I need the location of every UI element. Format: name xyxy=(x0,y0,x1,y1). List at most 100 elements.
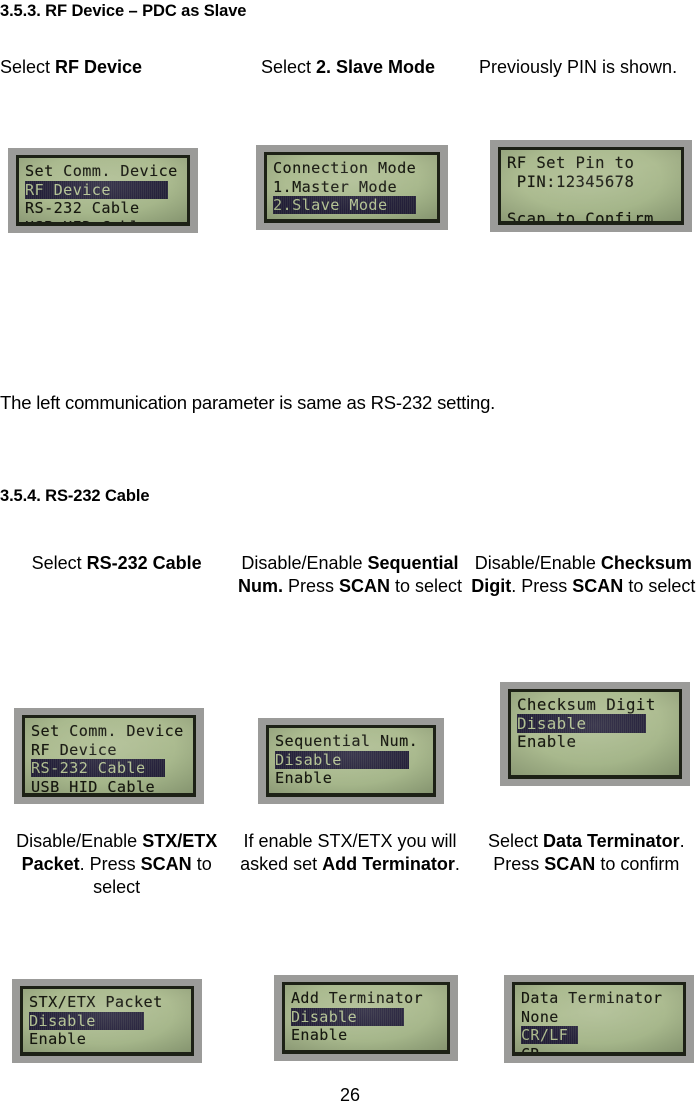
caption-data-terminator: Select Data Terminator. Press SCAN to co… xyxy=(467,830,700,899)
lcd-row: Set Comm. Device xyxy=(25,161,183,180)
caption-text-bold2: SCAN xyxy=(544,854,596,874)
lcd-screen-connection-mode: Connection Mode 1.Master Mode 2.Slave Mo… xyxy=(267,155,437,219)
caption-text-post: . xyxy=(454,854,460,874)
lcd-row: Enable xyxy=(275,768,429,787)
lcd-bezel-inner: STX/ETX Packet Disable Enable xyxy=(20,986,194,1056)
lcd-screen-stxetx-packet: STX/ETX Packet Disable Enable xyxy=(23,989,191,1052)
lcd-row: RS-232 Cable xyxy=(25,198,183,217)
lcd-row: Enable xyxy=(29,1029,187,1048)
lcd-line-0: Add Terminator xyxy=(291,989,424,1007)
section-heading-354: 3.5.4. RS-232 Cable xyxy=(0,487,150,505)
caption-text-post: . Press xyxy=(511,576,573,596)
lcd-row: Disable xyxy=(29,1011,187,1030)
lcd-row: Sequential Num. xyxy=(275,731,429,750)
lcd-row: RF Device xyxy=(31,740,189,759)
lcd-line-3: USB HID Cable xyxy=(25,218,149,222)
caption-text-bold: Add Terminator xyxy=(322,854,455,874)
caption-text-bold: Data Terminator xyxy=(542,831,680,851)
lcd-screen-sequential-num: Sequential Num. Disable Enable xyxy=(269,728,433,793)
caption-row-rs232-bottom: Disable/Enable STX/ETX Packet. Press SCA… xyxy=(0,830,700,899)
lcd-row: Disable xyxy=(517,713,675,733)
lcd-row: None xyxy=(521,1007,679,1026)
lcd-line-1: Disable xyxy=(291,1007,405,1026)
lcd-line-1: RF Device xyxy=(25,180,169,199)
lcd-row: CR/LF xyxy=(521,1025,679,1045)
caption-previously-pin: Previously PIN is shown. xyxy=(464,56,700,79)
lcd-line-2: Enable xyxy=(291,1026,348,1045)
caption-text-pre: Select xyxy=(31,553,87,573)
lcd-line-1: Disable xyxy=(275,750,409,769)
lcd-photo-data-terminator: Data Terminator None CR/LF CR xyxy=(504,975,694,1063)
lcd-screen-checksum-digit: Checksum Digit Disable Enable xyxy=(511,692,679,775)
lcd-row: USB HID Cable xyxy=(25,217,183,222)
lcd-line-3: CR xyxy=(521,1045,540,1052)
caption-text-pre: Select xyxy=(260,57,316,77)
caption-select-rf-device: Select RF Device xyxy=(0,56,232,79)
lcd-screen-data-terminator: Data Terminator None CR/LF CR xyxy=(515,985,683,1052)
lcd-line-0: RF Set Pin to xyxy=(507,154,635,172)
lcd-line-3: Scan to Confirm xyxy=(507,209,654,221)
lcd-line-2: Enable xyxy=(29,1030,87,1049)
lcd-screen-rf-device: Set Comm. Device RF Device RS-232 Cable … xyxy=(19,158,187,222)
lcd-photo-comm-rs232: Set Comm. Device RF Device RS-232 Cable … xyxy=(14,708,204,804)
lcd-row: Enable xyxy=(517,732,675,751)
caption-text-pre: Previously PIN is shown. xyxy=(479,57,678,77)
lcd-bezel-inner: Sequential Num. Disable Enable xyxy=(266,725,436,797)
lcd-row: Checksum Digit xyxy=(517,695,675,714)
lcd-line-1: Disable xyxy=(29,1011,144,1030)
lcd-row: Disable xyxy=(291,1007,443,1026)
caption-text-post: Press xyxy=(282,576,339,596)
lcd-line-0: STX/ETX Packet xyxy=(29,993,163,1011)
lcd-photo-add-terminator: Add Terminator Disable Enable xyxy=(274,975,458,1061)
caption-checksum-digit: Disable/Enable Checksum Digit. Press SCA… xyxy=(467,552,700,598)
lcd-row: RF Set Pin to xyxy=(507,153,677,172)
lcd-photo-sequential-num: Sequential Num. Disable Enable xyxy=(258,718,444,804)
lcd-bezel-inner: Connection Mode 1.Master Mode 2.Slave Mo… xyxy=(264,152,440,223)
caption-text-bold: 2. Slave Mode xyxy=(315,57,436,77)
lcd-line-2: Enable xyxy=(275,769,333,788)
lcd-row: Set Comm. Device xyxy=(31,721,189,740)
caption-text-post2: to confirm xyxy=(595,854,680,874)
lcd-row xyxy=(275,787,429,793)
caption-text-post2: to select xyxy=(389,576,463,596)
lcd-row: Scan to Confirm xyxy=(507,209,677,221)
lcd-screen-rf-set-pin: RF Set Pin to PIN:12345678 Scan to Confi… xyxy=(501,150,681,221)
lcd-row xyxy=(517,751,675,770)
lcd-row: Connection Mode xyxy=(273,158,433,177)
lcd-bezel-inner: Set Comm. Device RF Device RS-232 Cable … xyxy=(22,715,196,797)
lcd-row: STX/ETX Packet xyxy=(29,992,187,1011)
lcd-photo-connection-mode: Connection Mode 1.Master Mode 2.Slave Mo… xyxy=(256,145,448,230)
lcd-row: CR xyxy=(521,1044,679,1052)
lcd-line-1: 1.Master Mode xyxy=(273,177,398,196)
page-number: 26 xyxy=(339,1085,361,1105)
lcd-bezel-inner: Add Terminator Disable Enable xyxy=(282,982,450,1054)
lcd-bezel-inner: Data Terminator None CR/LF CR xyxy=(512,982,686,1056)
caption-row-rs232-top: Select RS-232 Cable Disable/Enable Seque… xyxy=(0,552,700,598)
lcd-line-0: Sequential Num. xyxy=(275,732,419,750)
section-heading-353: 3.5.3. RF Device – PDC as Slave xyxy=(0,2,247,20)
lcd-bezel-inner: Set Comm. Device RF Device RS-232 Cable … xyxy=(16,155,190,226)
lcd-line-0: Connection Mode xyxy=(273,159,417,177)
lcd-row xyxy=(273,214,433,219)
caption-select-rs232-cable: Select RS-232 Cable xyxy=(0,552,233,598)
lcd-line-1: RF Device xyxy=(31,740,117,759)
caption-text-post: . Press xyxy=(79,854,141,874)
lcd-row: Data Terminator xyxy=(521,988,679,1007)
lcd-row: PIN:12345678 xyxy=(507,172,677,191)
lcd-row: Add Terminator xyxy=(291,988,443,1007)
lcd-row: 2.Slave Mode xyxy=(273,195,433,215)
caption-text-bold2: SCAN xyxy=(140,854,192,874)
lcd-bezel-inner: RF Set Pin to PIN:12345678 Scan to Confi… xyxy=(498,147,684,225)
caption-text-bold2: SCAN xyxy=(572,576,624,596)
lcd-line-2: RS-232 Cable xyxy=(25,199,140,218)
caption-text-pre: Disable/Enable xyxy=(241,553,368,573)
caption-text-bold: RS-232 Cable xyxy=(86,553,202,573)
lcd-photo-rf-device: Set Comm. Device RF Device RS-232 Cable … xyxy=(8,148,198,233)
lcd-photo-checksum-digit: Checksum Digit Disable Enable xyxy=(500,682,690,786)
caption-text-bold2: SCAN xyxy=(338,576,390,596)
lcd-line-2: RS-232 Cable xyxy=(31,759,165,778)
lcd-screen-comm-rs232: Set Comm. Device RF Device RS-232 Cable … xyxy=(25,718,193,793)
lcd-row: RS-232 Cable xyxy=(31,758,189,778)
lcd-line-2: 2.Slave Mode xyxy=(273,196,417,215)
lcd-line-3: USB HID Cable xyxy=(31,777,156,793)
